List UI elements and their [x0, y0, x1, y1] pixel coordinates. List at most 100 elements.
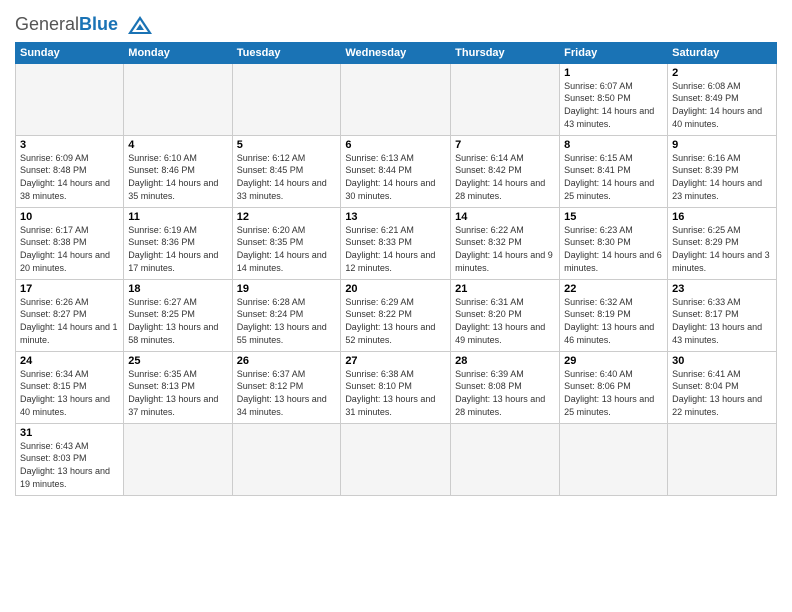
calendar-cell	[451, 63, 560, 135]
day-info: Sunrise: 6:34 AM Sunset: 8:15 PM Dayligh…	[20, 368, 119, 418]
day-number: 16	[672, 211, 772, 223]
day-number: 5	[237, 139, 337, 151]
calendar-cell	[341, 63, 451, 135]
day-info: Sunrise: 6:39 AM Sunset: 8:08 PM Dayligh…	[455, 368, 555, 418]
calendar-header: SundayMondayTuesdayWednesdayThursdayFrid…	[16, 42, 777, 63]
day-number: 17	[20, 283, 119, 295]
calendar-cell: 6Sunrise: 6:13 AM Sunset: 8:44 PM Daylig…	[341, 135, 451, 207]
calendar-cell	[124, 63, 232, 135]
day-number: 13	[345, 211, 446, 223]
day-number: 10	[20, 211, 119, 223]
day-info: Sunrise: 6:19 AM Sunset: 8:36 PM Dayligh…	[128, 224, 227, 274]
calendar-cell: 18Sunrise: 6:27 AM Sunset: 8:25 PM Dayli…	[124, 279, 232, 351]
calendar-cell	[668, 423, 777, 495]
day-info: Sunrise: 6:20 AM Sunset: 8:35 PM Dayligh…	[237, 224, 337, 274]
calendar-cell	[232, 423, 341, 495]
calendar-cell: 23Sunrise: 6:33 AM Sunset: 8:17 PM Dayli…	[668, 279, 777, 351]
calendar-cell: 10Sunrise: 6:17 AM Sunset: 8:38 PM Dayli…	[16, 207, 124, 279]
calendar-cell: 22Sunrise: 6:32 AM Sunset: 8:19 PM Dayli…	[560, 279, 668, 351]
col-header-wednesday: Wednesday	[341, 42, 451, 63]
day-info: Sunrise: 6:16 AM Sunset: 8:39 PM Dayligh…	[672, 152, 772, 202]
calendar-cell: 5Sunrise: 6:12 AM Sunset: 8:45 PM Daylig…	[232, 135, 341, 207]
calendar-cell: 2Sunrise: 6:08 AM Sunset: 8:49 PM Daylig…	[668, 63, 777, 135]
calendar-cell: 15Sunrise: 6:23 AM Sunset: 8:30 PM Dayli…	[560, 207, 668, 279]
col-header-tuesday: Tuesday	[232, 42, 341, 63]
day-number: 28	[455, 355, 555, 367]
calendar-cell: 20Sunrise: 6:29 AM Sunset: 8:22 PM Dayli…	[341, 279, 451, 351]
col-header-sunday: Sunday	[16, 42, 124, 63]
calendar-cell	[341, 423, 451, 495]
day-number: 27	[345, 355, 446, 367]
day-number: 11	[128, 211, 227, 223]
day-info: Sunrise: 6:21 AM Sunset: 8:33 PM Dayligh…	[345, 224, 446, 274]
day-number: 4	[128, 139, 227, 151]
day-number: 24	[20, 355, 119, 367]
day-info: Sunrise: 6:32 AM Sunset: 8:19 PM Dayligh…	[564, 296, 663, 346]
calendar-cell: 3Sunrise: 6:09 AM Sunset: 8:48 PM Daylig…	[16, 135, 124, 207]
day-info: Sunrise: 6:08 AM Sunset: 8:49 PM Dayligh…	[672, 80, 772, 130]
calendar-table: SundayMondayTuesdayWednesdayThursdayFrid…	[15, 42, 777, 496]
day-number: 15	[564, 211, 663, 223]
day-info: Sunrise: 6:28 AM Sunset: 8:24 PM Dayligh…	[237, 296, 337, 346]
calendar-cell: 11Sunrise: 6:19 AM Sunset: 8:36 PM Dayli…	[124, 207, 232, 279]
calendar-cell: 17Sunrise: 6:26 AM Sunset: 8:27 PM Dayli…	[16, 279, 124, 351]
day-number: 12	[237, 211, 337, 223]
day-info: Sunrise: 6:22 AM Sunset: 8:32 PM Dayligh…	[455, 224, 555, 274]
calendar-cell: 21Sunrise: 6:31 AM Sunset: 8:20 PM Dayli…	[451, 279, 560, 351]
calendar-cell: 7Sunrise: 6:14 AM Sunset: 8:42 PM Daylig…	[451, 135, 560, 207]
calendar-cell	[16, 63, 124, 135]
logo-text: GeneralBlue	[15, 14, 154, 36]
day-info: Sunrise: 6:13 AM Sunset: 8:44 PM Dayligh…	[345, 152, 446, 202]
calendar-cell: 31Sunrise: 6:43 AM Sunset: 8:03 PM Dayli…	[16, 423, 124, 495]
day-number: 30	[672, 355, 772, 367]
logo: GeneralBlue	[15, 14, 154, 36]
calendar-cell: 4Sunrise: 6:10 AM Sunset: 8:46 PM Daylig…	[124, 135, 232, 207]
day-number: 29	[564, 355, 663, 367]
day-number: 22	[564, 283, 663, 295]
day-info: Sunrise: 6:29 AM Sunset: 8:22 PM Dayligh…	[345, 296, 446, 346]
day-info: Sunrise: 6:10 AM Sunset: 8:46 PM Dayligh…	[128, 152, 227, 202]
calendar-cell: 16Sunrise: 6:25 AM Sunset: 8:29 PM Dayli…	[668, 207, 777, 279]
day-info: Sunrise: 6:35 AM Sunset: 8:13 PM Dayligh…	[128, 368, 227, 418]
calendar-cell: 12Sunrise: 6:20 AM Sunset: 8:35 PM Dayli…	[232, 207, 341, 279]
day-number: 1	[564, 67, 663, 79]
day-number: 19	[237, 283, 337, 295]
calendar-cell: 14Sunrise: 6:22 AM Sunset: 8:32 PM Dayli…	[451, 207, 560, 279]
day-info: Sunrise: 6:26 AM Sunset: 8:27 PM Dayligh…	[20, 296, 119, 346]
calendar-cell: 19Sunrise: 6:28 AM Sunset: 8:24 PM Dayli…	[232, 279, 341, 351]
day-info: Sunrise: 6:41 AM Sunset: 8:04 PM Dayligh…	[672, 368, 772, 418]
day-info: Sunrise: 6:37 AM Sunset: 8:12 PM Dayligh…	[237, 368, 337, 418]
calendar-cell: 29Sunrise: 6:40 AM Sunset: 8:06 PM Dayli…	[560, 351, 668, 423]
day-number: 7	[455, 139, 555, 151]
calendar-cell: 24Sunrise: 6:34 AM Sunset: 8:15 PM Dayli…	[16, 351, 124, 423]
calendar-cell: 28Sunrise: 6:39 AM Sunset: 8:08 PM Dayli…	[451, 351, 560, 423]
calendar-cell: 27Sunrise: 6:38 AM Sunset: 8:10 PM Dayli…	[341, 351, 451, 423]
day-info: Sunrise: 6:27 AM Sunset: 8:25 PM Dayligh…	[128, 296, 227, 346]
day-info: Sunrise: 6:38 AM Sunset: 8:10 PM Dayligh…	[345, 368, 446, 418]
day-info: Sunrise: 6:31 AM Sunset: 8:20 PM Dayligh…	[455, 296, 555, 346]
day-number: 3	[20, 139, 119, 151]
day-number: 14	[455, 211, 555, 223]
calendar-cell: 8Sunrise: 6:15 AM Sunset: 8:41 PM Daylig…	[560, 135, 668, 207]
calendar-cell	[560, 423, 668, 495]
day-info: Sunrise: 6:14 AM Sunset: 8:42 PM Dayligh…	[455, 152, 555, 202]
day-number: 2	[672, 67, 772, 79]
col-header-monday: Monday	[124, 42, 232, 63]
day-info: Sunrise: 6:25 AM Sunset: 8:29 PM Dayligh…	[672, 224, 772, 274]
calendar-cell: 9Sunrise: 6:16 AM Sunset: 8:39 PM Daylig…	[668, 135, 777, 207]
day-number: 6	[345, 139, 446, 151]
header: GeneralBlue	[15, 10, 777, 36]
calendar-cell: 1Sunrise: 6:07 AM Sunset: 8:50 PM Daylig…	[560, 63, 668, 135]
day-number: 8	[564, 139, 663, 151]
day-info: Sunrise: 6:07 AM Sunset: 8:50 PM Dayligh…	[564, 80, 663, 130]
day-info: Sunrise: 6:23 AM Sunset: 8:30 PM Dayligh…	[564, 224, 663, 274]
col-header-saturday: Saturday	[668, 42, 777, 63]
day-number: 25	[128, 355, 227, 367]
day-info: Sunrise: 6:43 AM Sunset: 8:03 PM Dayligh…	[20, 440, 119, 490]
day-info: Sunrise: 6:15 AM Sunset: 8:41 PM Dayligh…	[564, 152, 663, 202]
day-number: 26	[237, 355, 337, 367]
calendar-cell: 25Sunrise: 6:35 AM Sunset: 8:13 PM Dayli…	[124, 351, 232, 423]
day-number: 20	[345, 283, 446, 295]
day-number: 21	[455, 283, 555, 295]
day-number: 18	[128, 283, 227, 295]
